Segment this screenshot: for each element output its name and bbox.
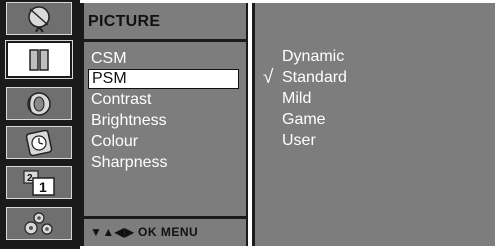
option-game[interactable]: Game	[282, 110, 326, 130]
option-menu-tile[interactable]	[6, 207, 72, 240]
speaker-icon	[27, 91, 51, 116]
menu-item-colour[interactable]: Colour	[88, 132, 239, 152]
menu-item-csm[interactable]: CSM	[88, 49, 239, 69]
picture-menu-body: PICTURE CSM PSM Contrast Brightness Colo…	[84, 3, 246, 246]
option-standard[interactable]: Standard	[282, 68, 347, 88]
settings-gears-icon	[24, 211, 53, 235]
menu-title: PICTURE	[88, 13, 161, 30]
clock-icon	[25, 129, 53, 156]
menu-footer-divider	[84, 216, 246, 219]
menu-item-sharpness[interactable]: Sharpness	[88, 153, 239, 173]
input-menu-tile[interactable]: 2 1	[6, 166, 72, 199]
picture-menu-panel: PICTURE CSM PSM Contrast Brightness Colo…	[80, 3, 248, 246]
tv-osd-screen: 2 1 PICTURE CSM PSM Contrast Brightness	[0, 0, 495, 249]
psm-options-panel: √ Dynamic Standard Mild Game User	[252, 3, 495, 246]
picture-book-icon	[29, 48, 49, 71]
satellite-dish-icon	[28, 5, 50, 33]
option-dynamic[interactable]: Dynamic	[282, 47, 344, 67]
sound-menu-tile[interactable]	[6, 87, 72, 120]
menu-item-brightness[interactable]: Brightness	[88, 111, 239, 131]
station-menu-tile[interactable]	[6, 2, 72, 35]
navigation-hint: ▼▲◀▶ OK MENU	[90, 225, 199, 239]
option-mild[interactable]: Mild	[282, 89, 311, 109]
time-menu-tile[interactable]	[6, 126, 72, 159]
svg-text:1: 1	[39, 179, 47, 195]
check-mark-icon: √	[263, 67, 274, 88]
menu-category-icons: 2 1	[0, 0, 80, 249]
svg-text:2: 2	[27, 173, 33, 184]
menu-item-contrast[interactable]: Contrast	[88, 90, 239, 110]
input-source-icon: 2 1	[23, 169, 55, 196]
picture-menu-tile[interactable]	[5, 40, 73, 79]
option-user[interactable]: User	[282, 131, 316, 151]
menu-item-psm[interactable]: PSM	[88, 69, 239, 89]
menu-title-divider	[84, 39, 246, 42]
